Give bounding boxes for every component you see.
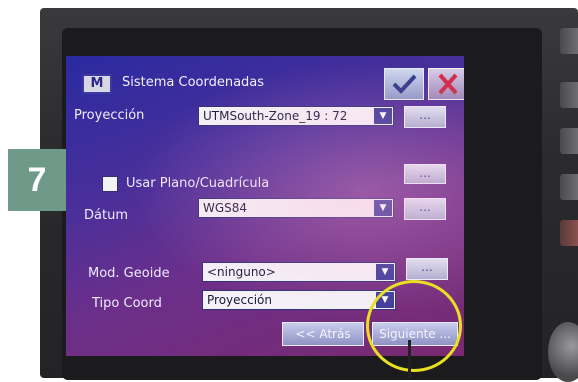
back-button[interactable]: << Atrás	[282, 322, 364, 346]
chevron-down-icon: ▼	[376, 264, 394, 280]
proyeccion-label: Proyección	[74, 108, 145, 123]
highlight-circle	[366, 280, 462, 372]
window-titlebar: M Sistema Coordenadas	[78, 68, 464, 100]
app-logo-icon: M	[82, 74, 112, 94]
usar-plano-label: Usar Plano/Cuadrícula	[126, 176, 270, 191]
chevron-down-icon: ▼	[374, 200, 392, 216]
side-hardware-button	[560, 28, 578, 54]
proyeccion-more-button[interactable]: ...	[404, 106, 446, 128]
side-hardware-button	[560, 82, 578, 108]
tipo-coord-label: Tipo Coord	[92, 296, 162, 311]
datum-value: WGS84	[203, 201, 248, 215]
datum-label: Dátum	[84, 208, 128, 223]
geoide-label: Mod. Geoide	[88, 266, 170, 281]
plano-more-button[interactable]: ...	[404, 164, 446, 184]
ok-button[interactable]	[384, 68, 424, 100]
proyeccion-select[interactable]: UTMSouth-Zone_19 : 72 ▼	[198, 106, 394, 126]
datum-more-button[interactable]: ...	[404, 198, 446, 220]
close-button[interactable]	[428, 68, 464, 100]
side-hardware-button	[560, 128, 578, 154]
tipo-coord-select[interactable]: Proyección ▼	[202, 290, 396, 310]
side-hardware-button	[560, 174, 578, 200]
check-icon	[392, 74, 417, 94]
geoide-more-button[interactable]: ...	[406, 258, 448, 280]
datum-select[interactable]: WGS84 ▼	[198, 198, 394, 218]
step-number-badge: 7	[8, 149, 66, 211]
proyeccion-value: UTMSouth-Zone_19 : 72	[203, 109, 348, 123]
geoide-select[interactable]: <ninguno> ▼	[202, 262, 396, 282]
window-title: Sistema Coordenadas	[122, 75, 265, 90]
geoide-value: <ninguno>	[207, 265, 276, 279]
side-hardware-button	[560, 220, 578, 246]
close-icon	[438, 73, 458, 95]
chevron-down-icon: ▼	[374, 108, 392, 124]
tipo-coord-value: Proyección	[207, 293, 272, 307]
stylus-tip	[408, 340, 411, 378]
usar-plano-checkbox[interactable]	[102, 176, 118, 192]
